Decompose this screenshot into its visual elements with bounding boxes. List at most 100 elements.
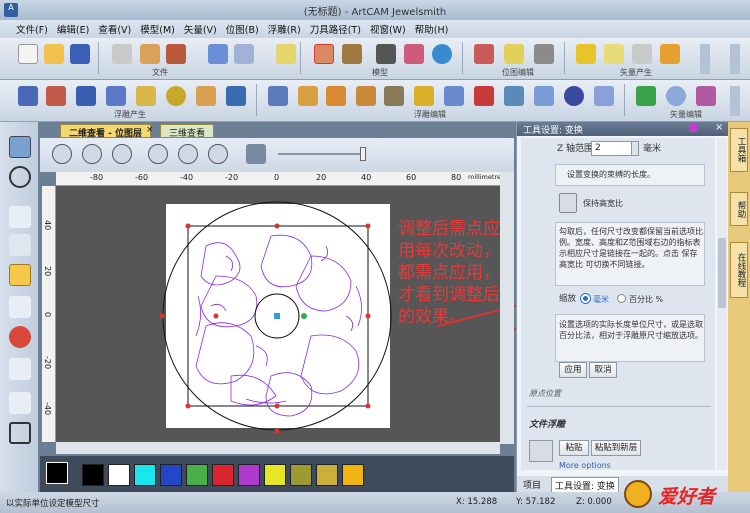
bitmap-link-icon[interactable] [504, 44, 524, 64]
rotate-handle[interactable] [301, 313, 307, 319]
relief-figure2-icon[interactable] [356, 86, 376, 106]
redo-icon[interactable] [234, 44, 254, 64]
model-3d-icon[interactable] [376, 44, 396, 64]
color-swatch-gold[interactable] [316, 464, 338, 486]
vector-pen-icon[interactable] [660, 44, 680, 64]
relief-diamond-icon[interactable] [534, 86, 554, 106]
zoom-previous-icon[interactable] [112, 144, 132, 164]
vector-add-icon[interactable] [636, 86, 656, 106]
slider-thumb[interactable] [360, 147, 366, 161]
color-swatch-purple[interactable] [238, 464, 260, 486]
ribbon-expand-icon-2[interactable] [730, 44, 740, 74]
save-icon[interactable] [70, 44, 90, 64]
menu-help[interactable]: 帮助(H) [415, 22, 449, 36]
relief-face-icon[interactable] [46, 86, 66, 106]
relief-shape-icon[interactable] [18, 86, 38, 106]
menu-relief[interactable]: 浮雕(R) [268, 22, 301, 36]
side-tab-toolbox[interactable]: 工具箱 [730, 128, 748, 172]
vertical-scrollbar[interactable] [500, 172, 514, 444]
zoom-box-icon[interactable] [178, 144, 198, 164]
shape-edit-icon[interactable] [9, 392, 31, 414]
edit-icon[interactable] [276, 44, 296, 64]
color-swatch-black[interactable] [82, 464, 104, 486]
node-edit-icon[interactable] [9, 234, 31, 256]
relief-figure-icon[interactable] [298, 86, 318, 106]
side-tab-tutorial[interactable]: 在线教程 [730, 242, 748, 298]
model-bear2-icon[interactable] [342, 44, 362, 64]
relief-star-icon[interactable] [76, 86, 96, 106]
color-swatch-orange[interactable] [342, 464, 364, 486]
open-file-icon[interactable] [44, 44, 64, 64]
zoom-fit-icon[interactable] [9, 136, 31, 158]
paste-new-layer-button[interactable]: 粘贴到新层 [591, 440, 641, 456]
menu-window[interactable]: 视窗(W) [370, 22, 406, 36]
vector-shape-icon[interactable] [696, 86, 716, 106]
bitmap-tool-icon[interactable] [534, 44, 554, 64]
model-bear-icon[interactable] [314, 44, 334, 64]
menu-edit[interactable]: 编辑(E) [57, 22, 89, 36]
panel-close-icon[interactable]: × [715, 122, 723, 133]
menu-vector[interactable]: 矢量(V) [184, 22, 217, 36]
zoom-out-icon[interactable] [82, 144, 102, 164]
rectangle-tool-icon[interactable] [9, 422, 31, 444]
ribbon-expand-icon-3[interactable] [730, 86, 740, 116]
close-tab-icon[interactable]: × [146, 125, 154, 135]
relief-brush-icon[interactable] [594, 86, 614, 106]
panel-pin-icon[interactable] [689, 124, 697, 132]
panel-scrollbar[interactable] [717, 138, 727, 470]
apply-button[interactable]: 应用 [559, 362, 587, 378]
cut-icon[interactable] [112, 44, 132, 64]
ribbon-expand-icon[interactable] [700, 44, 710, 74]
relief-eye-icon[interactable] [529, 440, 553, 462]
panel-scroll-thumb[interactable] [718, 238, 726, 308]
relief-paint-icon[interactable] [226, 86, 246, 106]
keep-ratio-label[interactable]: 保持高宽比 [583, 198, 623, 209]
color-swatch-olive[interactable] [290, 464, 312, 486]
vector-chevron-icon[interactable] [604, 44, 624, 64]
more-options-link[interactable]: More options [559, 460, 611, 471]
globe-view-icon[interactable] [9, 166, 31, 188]
tab-3d-view[interactable]: 三维查看 [160, 124, 215, 139]
transform-move-icon[interactable] [9, 264, 31, 286]
relief-column-icon[interactable] [504, 86, 524, 106]
relief-arrow-icon[interactable] [106, 86, 126, 106]
menu-toolpaths[interactable]: 刀具路径(T) [310, 22, 361, 36]
relief-mushroom-icon[interactable] [474, 86, 494, 106]
copy-icon[interactable] [140, 44, 160, 64]
menu-view[interactable]: 查看(V) [98, 22, 131, 36]
color-swatch-blue[interactable] [160, 464, 182, 486]
relief-spiral-icon[interactable] [326, 86, 346, 106]
color-swatch-cyan[interactable] [134, 464, 156, 486]
cancel-button[interactable]: 取消 [589, 362, 617, 378]
z-range-spinner[interactable] [631, 141, 639, 156]
menu-model[interactable]: 模型(M) [140, 22, 175, 36]
undo-icon[interactable] [208, 44, 228, 64]
lock-icon[interactable] [559, 193, 577, 213]
select-arrow-icon[interactable] [9, 206, 31, 228]
color-swatch-yellow[interactable] [264, 464, 286, 486]
center-handle[interactable] [274, 313, 280, 319]
menu-file[interactable]: 文件(F) [16, 22, 48, 36]
transparency-slider[interactable] [278, 153, 364, 155]
paste-icon[interactable] [166, 44, 186, 64]
color-swatch-green[interactable] [186, 464, 208, 486]
scale-percent-radio[interactable] [617, 294, 626, 303]
bitmap-edit-icon[interactable] [474, 44, 494, 64]
relief-wave-icon[interactable] [196, 86, 216, 106]
relief-ball-icon[interactable] [564, 86, 584, 106]
paint-red-icon[interactable] [9, 326, 31, 348]
line-tool-icon[interactable] [9, 358, 31, 380]
vector-ring-icon[interactable] [666, 86, 686, 106]
origin-position-label[interactable]: 原点位置 [529, 388, 561, 399]
model-globe-icon[interactable] [432, 44, 452, 64]
horizontal-scrollbar[interactable] [56, 442, 500, 454]
vector-cross-icon[interactable] [632, 44, 652, 64]
new-file-icon[interactable] [18, 44, 38, 64]
relief-arch-icon[interactable] [444, 86, 464, 106]
current-color-swatch[interactable] [46, 462, 68, 484]
color-swatch-red[interactable] [212, 464, 234, 486]
tab-project[interactable]: 项目 [523, 478, 541, 491]
model-color-icon[interactable] [404, 44, 424, 64]
tab-2d-view[interactable]: 二维查看 - 位图层 [60, 124, 152, 139]
relief-pin-icon[interactable] [414, 86, 434, 106]
